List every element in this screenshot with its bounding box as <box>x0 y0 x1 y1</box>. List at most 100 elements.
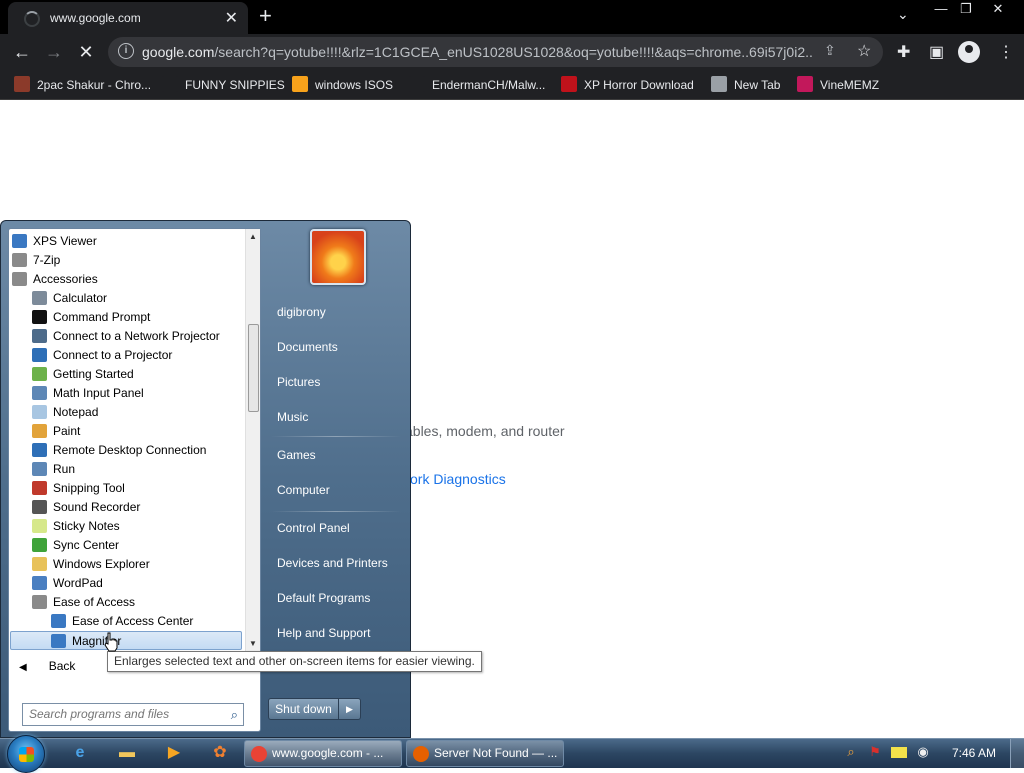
more-menu-icon[interactable]: ⋮ <box>998 42 1014 62</box>
close-tab-icon[interactable]: ✕ <box>225 8 238 28</box>
program-item[interactable]: Ease of Access Center <box>51 612 193 631</box>
bookmark-label: 2pac Shakur - Chro... <box>37 78 152 92</box>
scroll-thumb[interactable] <box>248 324 259 412</box>
program-item[interactable]: Sticky Notes <box>32 517 120 536</box>
windows-explorer-folder-icon[interactable]: ▬ <box>115 741 139 765</box>
page-text-fragment: ables, modem, and router <box>405 423 565 439</box>
program-item[interactable]: Paint <box>32 422 80 441</box>
remote-desktop-icon <box>32 443 47 457</box>
folder-icon <box>32 595 47 609</box>
bookmark-label: EndermanCH/Malw... <box>432 78 546 92</box>
url-text[interactable]: google.com/search?q=yotube!!!!&rlz=1C1GC… <box>142 44 812 60</box>
back-button[interactable]: ◀ Back <box>19 659 75 673</box>
scroll-up-icon[interactable]: ▲ <box>249 232 257 241</box>
program-label: Sync Center <box>53 538 120 552</box>
start-menu-link[interactable]: Devices and Printers <box>277 556 388 570</box>
show-desktop-button[interactable] <box>1010 739 1024 768</box>
program-item[interactable]: Ease of Access <box>32 593 135 612</box>
folder-icon <box>12 253 27 267</box>
program-item[interactable]: Math Input Panel <box>32 384 144 403</box>
restore-button[interactable]: ❐ <box>953 0 979 18</box>
browser-tab[interactable]: www.google.com ✕ <box>8 2 248 34</box>
minimize-button[interactable]: — <box>928 0 954 18</box>
program-item[interactable]: Notepad <box>32 403 98 422</box>
getting-started-icon <box>32 367 47 381</box>
programs-scrollbar[interactable]: ▲ ▼ <box>245 229 260 653</box>
new-tab-button[interactable]: + <box>259 3 272 29</box>
shut-down-button[interactable]: Shut down <box>268 698 339 720</box>
bookmark-label: New Tab <box>734 78 781 92</box>
search-programs-box[interactable]: ⌕ <box>22 703 244 726</box>
program-item[interactable]: Calculator <box>32 289 107 308</box>
start-menu-link[interactable]: Control Panel <box>277 521 350 535</box>
side-panel-icon[interactable]: ▣ <box>929 42 944 62</box>
program-item[interactable]: 7-Zip <box>12 251 60 270</box>
forward-arrow-icon[interactable]: → <box>42 40 66 64</box>
R-favicon-icon <box>797 76 813 92</box>
start-menu-link[interactable]: Default Programs <box>277 591 370 605</box>
program-item[interactable]: Remote Desktop Connection <box>32 441 206 460</box>
program-item[interactable]: Accessories <box>12 270 98 289</box>
program-item[interactable]: Sync Center <box>32 536 119 555</box>
program-item[interactable]: XPS Viewer <box>12 232 97 251</box>
bookmark-item[interactable]: windows ISOS <box>292 76 393 92</box>
bookmark-star-icon[interactable]: ☆ <box>857 41 871 61</box>
program-item[interactable]: WordPad <box>32 574 103 593</box>
bookmark-label: XP Horror Download <box>584 78 694 92</box>
paint-app-icon[interactable]: ✿ <box>208 741 232 765</box>
program-item[interactable]: Connect to a Projector <box>32 346 172 365</box>
scroll-down-icon[interactable]: ▼ <box>249 639 257 648</box>
battery-tray-icon[interactable] <box>891 747 907 758</box>
bookmark-label: windows ISOS <box>315 78 394 92</box>
user-picture-avatar[interactable] <box>310 229 366 285</box>
start-menu-link[interactable]: Music <box>277 410 308 424</box>
program-item[interactable]: Snipping Tool <box>32 479 125 498</box>
program-item[interactable]: Connect to a Network Projector <box>32 327 220 346</box>
start-menu-link[interactable]: Pictures <box>277 375 320 389</box>
start-menu-link[interactable]: Help and Support <box>277 626 370 640</box>
address-bar[interactable]: i google.com/search?q=yotube!!!!&rlz=1C1… <box>108 37 883 67</box>
extensions-puzzle-icon[interactable]: ✚ <box>897 42 910 62</box>
bookmark-item[interactable]: EndermanCH/Malw... <box>409 76 545 92</box>
search-icon[interactable]: ⌕ <box>231 707 238 723</box>
bookmark-item[interactable]: New Tab <box>711 76 780 92</box>
start-menu-link[interactable]: Games <box>277 448 316 462</box>
start-menu-link[interactable]: Documents <box>277 340 338 354</box>
window-close-button[interactable]: ✕ <box>985 0 1011 18</box>
program-item[interactable]: Getting Started <box>32 365 134 384</box>
bookmark-item[interactable]: VineMEMZ <box>797 76 879 92</box>
volume-tray-icon[interactable]: ◉ <box>915 744 931 760</box>
clock[interactable]: 7:46 AM <box>952 746 996 760</box>
search-programs-input[interactable] <box>29 707 219 721</box>
bookmark-item[interactable]: XP Horror Download <box>561 76 694 92</box>
action-center-flag-icon[interactable]: ⚑ <box>867 744 883 760</box>
program-item[interactable]: Windows Explorer <box>32 555 150 574</box>
share-icon[interactable]: ⇪ <box>824 42 836 59</box>
taskbar-button[interactable]: www.google.com - ... <box>244 740 402 767</box>
site-info-icon[interactable]: i <box>118 43 134 59</box>
stop-loading-icon[interactable]: ✕ <box>74 40 98 64</box>
start-orb-button[interactable] <box>7 735 45 773</box>
program-item[interactable]: Run <box>32 460 75 479</box>
program-item[interactable]: Magnifier <box>10 631 242 650</box>
program-item[interactable]: Command Prompt <box>32 308 150 327</box>
xps-viewer-icon <box>12 234 27 248</box>
bookmark-item[interactable]: FUNNY SNIPPIES <box>162 76 285 92</box>
internet-explorer-icon[interactable]: e <box>68 741 92 765</box>
program-label: Ease of Access <box>53 595 136 609</box>
all-programs-list: XPS Viewer 7-Zip Accessories Calculator Comm… <box>9 229 245 653</box>
bookmark-item[interactable]: 2pac Shakur - Chro... <box>14 76 151 92</box>
taskbar-button[interactable]: Server Not Found — ... <box>406 740 564 767</box>
start-menu-link[interactable]: digibrony <box>277 305 326 319</box>
network-diagnostics-link[interactable]: ork Diagnostics <box>410 471 506 487</box>
back-arrow-icon[interactable]: ← <box>10 40 34 64</box>
profile-avatar[interactable] <box>958 41 980 63</box>
shut-down-options-arrow-icon[interactable]: ▶ <box>339 698 361 720</box>
start-menu-link[interactable]: Computer <box>277 483 330 497</box>
YP-favicon-icon <box>409 76 425 92</box>
media-player-icon[interactable]: ▶ <box>162 741 186 765</box>
magnifier-tooltip: Enlarges selected text and other on-scre… <box>107 651 482 672</box>
tab-search-chevron-icon[interactable]: ⌄ <box>897 6 909 23</box>
search-tray-icon[interactable]: ⌕ <box>843 744 859 760</box>
program-item[interactable]: Sound Recorder <box>32 498 140 517</box>
